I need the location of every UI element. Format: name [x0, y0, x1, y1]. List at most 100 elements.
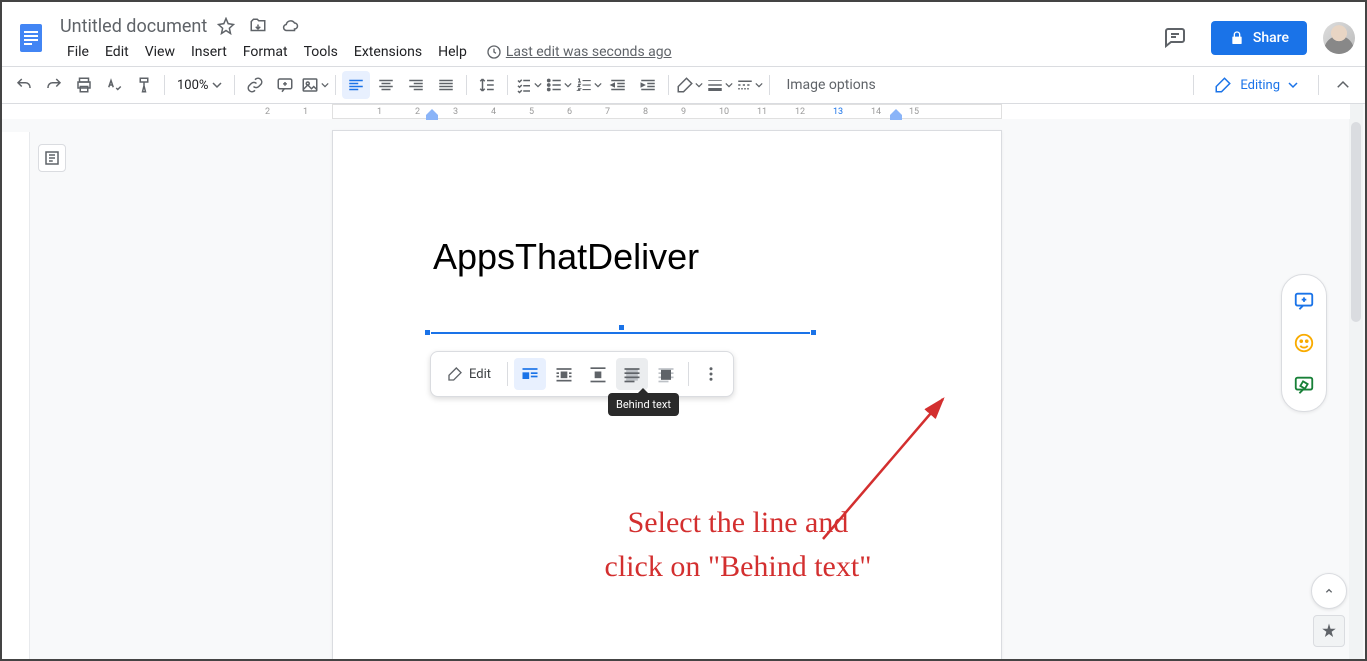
- ruler-mark: 4: [491, 107, 496, 117]
- align-center-button[interactable]: [372, 71, 400, 99]
- selected-line-shape[interactable]: [428, 331, 813, 333]
- editing-label: Editing: [1240, 78, 1280, 93]
- share-label: Share: [1253, 30, 1289, 46]
- resize-handle-middle[interactable]: [618, 324, 625, 331]
- account-avatar[interactable]: [1323, 22, 1355, 54]
- add-emoji-pill[interactable]: [1286, 325, 1322, 361]
- separator: [164, 75, 165, 95]
- document-page[interactable]: AppsThatDeliver Edit: [332, 130, 1002, 659]
- align-justify-button[interactable]: [432, 71, 460, 99]
- ruler-mark: 1: [377, 107, 382, 117]
- edit-button[interactable]: Edit: [437, 366, 501, 382]
- insert-comment-button[interactable]: [271, 71, 299, 99]
- border-dash-button[interactable]: [735, 71, 763, 99]
- ruler-mark: 8: [643, 107, 648, 117]
- ruler-mark: 1: [303, 107, 308, 117]
- document-title[interactable]: Untitled document: [60, 16, 207, 37]
- separator: [668, 75, 669, 95]
- scroll-indicator[interactable]: [1311, 573, 1347, 609]
- resize-handle-right[interactable]: [810, 329, 817, 336]
- annotation-line2: click on "Behind text": [523, 545, 953, 589]
- document-heading[interactable]: AppsThatDeliver: [433, 236, 699, 278]
- ruler-mark: 6: [567, 107, 572, 117]
- ruler-mark: 15: [909, 107, 919, 117]
- insert-link-button[interactable]: [241, 71, 269, 99]
- menu-tools[interactable]: Tools: [297, 40, 345, 64]
- bulleted-list-button[interactable]: [544, 71, 572, 99]
- share-button[interactable]: Share: [1211, 21, 1307, 55]
- zoom-select[interactable]: 100%: [171, 71, 228, 99]
- border-color-button[interactable]: [675, 71, 703, 99]
- ruler-mark: 10: [719, 107, 729, 117]
- undo-button[interactable]: [10, 71, 38, 99]
- last-edit-text: Last edit was seconds ago: [506, 44, 672, 60]
- separator: [507, 75, 508, 95]
- menu-edit[interactable]: Edit: [98, 40, 136, 64]
- ruler-mark: 13: [833, 107, 843, 117]
- image-options-button[interactable]: Image options: [776, 71, 885, 99]
- border-weight-button[interactable]: [705, 71, 733, 99]
- ruler-mark: 9: [681, 107, 686, 117]
- ruler-mark: 5: [529, 107, 534, 117]
- cloud-status-icon[interactable]: [281, 17, 299, 35]
- separator: [234, 75, 235, 95]
- resize-handle-left[interactable]: [424, 329, 431, 336]
- move-icon[interactable]: [249, 17, 267, 35]
- editing-mode-button[interactable]: Editing: [1204, 72, 1308, 98]
- toolbar: 100% Image options Editing: [2, 66, 1365, 104]
- menu-file[interactable]: File: [60, 40, 96, 64]
- insert-image-button[interactable]: [301, 71, 329, 99]
- ruler-mark: 2: [265, 107, 270, 117]
- ruler-mark: 3: [453, 107, 458, 117]
- annotation-line1: Select the line and: [523, 501, 953, 545]
- vertical-scrollbar[interactable]: [1349, 104, 1363, 659]
- menu-extensions[interactable]: Extensions: [347, 40, 429, 64]
- separator: [466, 75, 467, 95]
- behind-text-button[interactable]: [616, 358, 648, 390]
- separator: [769, 75, 770, 95]
- numbered-list-button[interactable]: [574, 71, 602, 99]
- menu-view[interactable]: View: [138, 40, 182, 64]
- docs-logo[interactable]: [12, 18, 52, 58]
- explore-button[interactable]: [1313, 615, 1345, 647]
- suggest-edits-pill[interactable]: [1286, 367, 1322, 403]
- image-floating-toolbar: Edit: [430, 351, 734, 397]
- paint-format-button[interactable]: [130, 71, 158, 99]
- checklist-button[interactable]: [514, 71, 542, 99]
- align-right-button[interactable]: [402, 71, 430, 99]
- decrease-indent-button[interactable]: [604, 71, 632, 99]
- spellcheck-button[interactable]: [100, 71, 128, 99]
- ruler-mark: 2: [415, 107, 420, 117]
- ruler-mark: 12: [795, 107, 805, 117]
- increase-indent-button[interactable]: [634, 71, 662, 99]
- wrap-text-button[interactable]: [548, 358, 580, 390]
- in-front-of-text-button[interactable]: [650, 358, 682, 390]
- separator: [507, 362, 508, 386]
- break-text-button[interactable]: [582, 358, 614, 390]
- zoom-value: 100%: [177, 78, 208, 93]
- wrap-inline-button[interactable]: [514, 358, 546, 390]
- annotation-text: Select the line and click on "Behind tex…: [523, 501, 953, 588]
- separator: [1193, 75, 1194, 95]
- ruler-mark: 11: [757, 107, 767, 117]
- redo-button[interactable]: [40, 71, 68, 99]
- menu-help[interactable]: Help: [431, 40, 474, 64]
- edit-label: Edit: [469, 367, 491, 382]
- open-comments-button[interactable]: [1155, 18, 1195, 58]
- align-left-button[interactable]: [342, 71, 370, 99]
- last-edit-link[interactable]: Last edit was seconds ago: [486, 44, 672, 60]
- document-outline-button[interactable]: [38, 144, 66, 172]
- separator: [335, 75, 336, 95]
- vertical-ruler[interactable]: [2, 132, 30, 659]
- more-options-button[interactable]: [695, 358, 727, 390]
- print-button[interactable]: [70, 71, 98, 99]
- menubar: File Edit View Insert Format Tools Exten…: [60, 40, 1155, 64]
- collapse-toolbar-button[interactable]: [1329, 71, 1357, 99]
- add-comment-pill[interactable]: [1286, 283, 1322, 319]
- star-icon[interactable]: [217, 17, 235, 35]
- ruler-mark: 14: [871, 107, 881, 117]
- horizontal-ruler[interactable]: 2 1 1 2 3 4 5 6 7 8 9 10 11 12 13 14 15: [2, 104, 1350, 119]
- line-spacing-button[interactable]: [473, 71, 501, 99]
- menu-format[interactable]: Format: [236, 40, 295, 64]
- menu-insert[interactable]: Insert: [184, 40, 234, 64]
